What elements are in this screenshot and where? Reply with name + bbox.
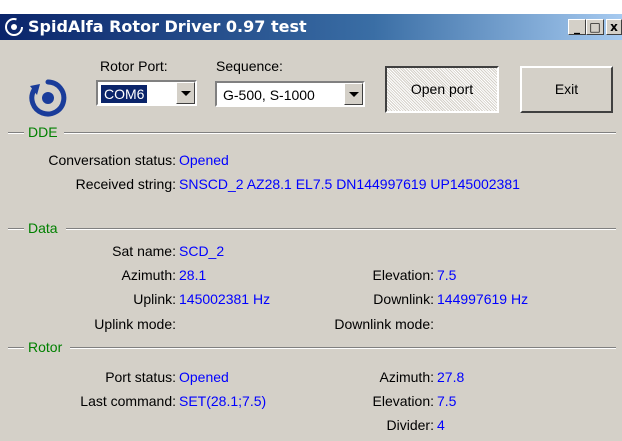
data-group-label: Data (28, 220, 58, 236)
rotor-port-value: COM6 (99, 84, 149, 104)
conversation-status-label: Conversation status: (48, 152, 176, 168)
sequence-select[interactable]: G-500, S-1000 (215, 81, 365, 107)
divider-label: Divider: (386, 417, 434, 433)
downlink-mode-label: Downlink mode: (334, 316, 434, 332)
data-azimuth-label: Azimuth: (121, 267, 176, 283)
data-elevation-label: Elevation: (372, 267, 434, 283)
dde-group-line (8, 132, 24, 134)
port-status-value: Opened (179, 369, 229, 385)
title-bar[interactable]: SpidAlfa Rotor Driver 0.97 test _ □ x (0, 14, 622, 40)
rotor-elevation-value: 7.5 (437, 393, 457, 409)
chevron-down-icon[interactable] (344, 83, 363, 105)
port-status-label: Port status: (105, 369, 176, 385)
close-button[interactable]: x (606, 19, 622, 35)
exit-button[interactable]: Exit (520, 66, 613, 113)
sat-name-value: SCD_2 (179, 243, 225, 259)
rotor-app-icon (5, 18, 23, 36)
window-title: SpidAlfa Rotor Driver 0.97 test (28, 17, 307, 36)
uplink-label: Uplink: (133, 291, 176, 307)
dde-group-label: DDE (28, 124, 58, 140)
last-command-value: SET(28.1;7.5) (179, 393, 267, 409)
rotor-group-line (70, 347, 616, 349)
downlink-value: 144997619 Hz (437, 291, 529, 307)
app-window: SpidAlfa Rotor Driver 0.97 test _ □ x Ro… (0, 14, 622, 441)
rotor-group-label: Rotor (28, 339, 63, 355)
conversation-status-value: Opened (179, 152, 229, 168)
received-string-value: SNSCD_2 AZ28.1 EL7.5 DN144997619 UP14500… (179, 176, 520, 192)
sequence-label: Sequence: (216, 58, 283, 74)
sequence-value: G-500, S-1000 (223, 87, 315, 103)
received-string-label: Received string: (75, 176, 176, 192)
dde-group-line (64, 132, 616, 134)
rotor-port-select[interactable]: COM6 (96, 80, 197, 106)
rotor-port-label: Rotor Port: (100, 58, 168, 74)
data-elevation-value: 7.5 (437, 267, 457, 283)
data-group-line (8, 228, 24, 230)
maximize-button[interactable]: □ (586, 19, 604, 35)
rotor-group-line (8, 347, 24, 349)
data-azimuth-value: 28.1 (179, 267, 207, 283)
sat-name-label: Sat name: (112, 243, 176, 259)
rotor-logo-icon (29, 79, 67, 117)
open-port-button[interactable]: Open port (385, 66, 499, 113)
rotor-azimuth-value: 27.8 (437, 369, 465, 385)
chevron-down-icon[interactable] (176, 82, 195, 104)
last-command-label: Last command: (80, 393, 176, 409)
minimize-button[interactable]: _ (568, 19, 586, 35)
uplink-mode-label: Uplink mode: (94, 316, 176, 332)
uplink-value: 145002381 Hz (179, 291, 271, 307)
data-group-line (66, 228, 616, 230)
downlink-label: Downlink: (373, 291, 434, 307)
rotor-azimuth-label: Azimuth: (379, 369, 434, 385)
divider-value: 4 (437, 417, 445, 433)
rotor-elevation-label: Elevation: (372, 393, 434, 409)
